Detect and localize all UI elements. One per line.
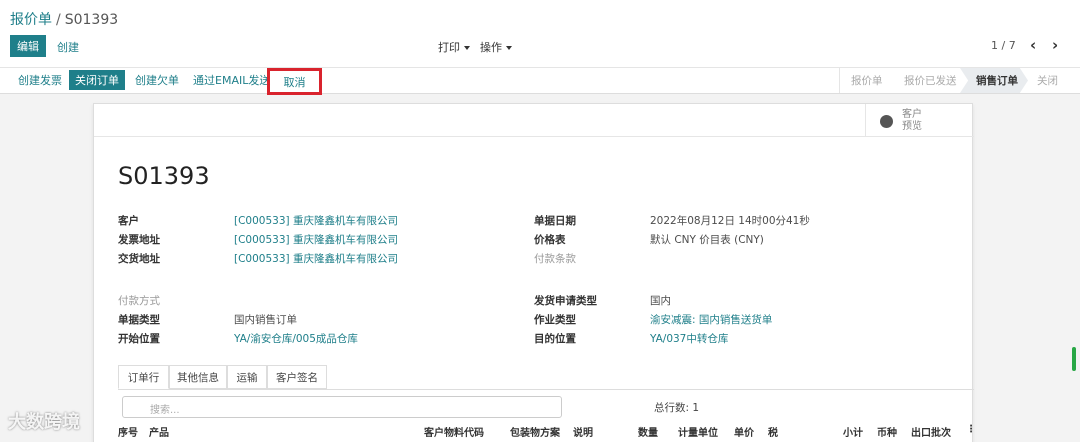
lines-search-input[interactable]: 搜索... xyxy=(122,396,562,418)
print-dropdown[interactable]: 打印 xyxy=(438,39,470,55)
document-type-label: 单据类型 xyxy=(118,314,160,326)
delivery-address-label: 交货地址 xyxy=(118,253,160,265)
send-email-button[interactable]: 通过EMAIL发送 xyxy=(193,72,270,88)
pager-previous-icon[interactable]: ‹ xyxy=(1030,36,1036,54)
breadcrumb-current: S01393 xyxy=(64,12,119,28)
stage-quotation-sent[interactable]: 报价已发送 xyxy=(904,73,957,88)
column-header[interactable]: 单价 xyxy=(734,424,754,439)
print-label: 打印 xyxy=(438,41,460,54)
column-header[interactable]: 税 xyxy=(768,424,778,439)
pager-value[interactable]: 1 / 7 xyxy=(991,39,1016,52)
destination-location-value[interactable]: YA/037中转仓库 xyxy=(650,331,728,346)
shipping-request-value: 国内 xyxy=(650,295,671,307)
column-header[interactable]: 计量单位 xyxy=(678,424,718,439)
column-header[interactable]: 客户物料代码 xyxy=(424,424,484,439)
action-dropdown[interactable]: 操作 xyxy=(480,39,512,55)
tab-other-info[interactable]: 其他信息 xyxy=(169,365,227,389)
invoice-address-value[interactable]: [C000533] 重庆隆鑫机车有限公司 xyxy=(234,232,398,247)
preview-line1: 客户 xyxy=(902,109,922,120)
create-button[interactable]: 创建 xyxy=(57,39,79,55)
breadcrumb-quotations[interactable]: 报价单 xyxy=(10,12,52,28)
date-label: 单据日期 xyxy=(534,215,576,227)
tab-shipping[interactable]: 运输 xyxy=(227,365,267,389)
stage-divider xyxy=(839,68,840,93)
payment-method-label: 付款方式 xyxy=(118,295,160,307)
date-value: 2022年08月12日 14时00分41秒 xyxy=(650,215,810,227)
caret-down-icon xyxy=(506,46,512,50)
column-header[interactable]: 币种 xyxy=(877,424,897,439)
start-location-value[interactable]: YA/渝安仓库/005成品仓库 xyxy=(234,331,358,346)
customer-preview-button[interactable]: 客户 预览 xyxy=(865,104,973,137)
column-header[interactable]: 序号 xyxy=(118,424,138,439)
form-sheet: 客户 预览 S01393 客户 [C000533] 重庆隆鑫机车有限公司 发票地… xyxy=(93,103,976,442)
caret-down-icon xyxy=(464,46,470,50)
watermark: 大数跨境 xyxy=(8,412,80,433)
control-panel: 报价单 / S01393 编辑 创建 打印 操作 1 / 7 ‹ › 创建发票 关闭… xyxy=(0,0,1080,95)
pricelist-value: 默认 CNY 价目表 (CNY) xyxy=(650,234,764,246)
column-header[interactable]: 数量 xyxy=(638,424,658,439)
destination-location-label: 目的位置 xyxy=(534,333,576,345)
pager-next-icon[interactable]: › xyxy=(1052,36,1058,54)
breadcrumb-separator: / xyxy=(56,12,61,28)
stage-closed[interactable]: 关闭 xyxy=(1037,73,1058,88)
pricelist-label: 价格表 xyxy=(534,234,566,246)
close-order-button[interactable]: 关闭订单 xyxy=(69,70,125,90)
payment-terms-label: 付款条款 xyxy=(534,253,576,265)
document-title: S01393 xyxy=(118,162,210,190)
invoice-address-label: 发票地址 xyxy=(118,234,160,246)
preview-line2: 预览 xyxy=(902,121,922,132)
create-backorder-button[interactable]: 创建欠单 xyxy=(135,72,179,88)
status-bar: 创建发票 关闭订单 创建欠单 通过EMAIL发送 取消 报价单 报价已发送 销售… xyxy=(0,67,1080,95)
document-type-value: 国内销售订单 xyxy=(234,314,297,326)
tab-order-lines[interactable]: 订单行 xyxy=(118,365,169,389)
stage-sales-order[interactable]: 销售订单 xyxy=(976,73,1018,88)
shipping-request-label: 发货申请类型 xyxy=(534,295,597,307)
delivery-address-value[interactable]: [C000533] 重庆隆鑫机车有限公司 xyxy=(234,251,398,266)
create-invoice-button[interactable]: 创建发票 xyxy=(18,72,62,88)
column-header[interactable]: 包装物方案 xyxy=(510,424,560,439)
button-box: 客户 预览 xyxy=(94,104,974,137)
globe-icon xyxy=(880,115,893,128)
tab-underline xyxy=(118,389,974,390)
cancel-button[interactable]: 取消 xyxy=(267,68,322,95)
edit-button[interactable]: 编辑 xyxy=(10,35,46,57)
customer-value[interactable]: [C000533] 重庆隆鑫机车有限公司 xyxy=(234,213,398,228)
scrollbar-thumb[interactable] xyxy=(1072,347,1076,371)
customer-preview-label: 客户 预览 xyxy=(902,109,922,133)
operation-type-value[interactable]: 渝安减震: 国内销售送货单 xyxy=(650,312,772,327)
column-options-icon[interactable]: ⋮ xyxy=(966,424,976,435)
start-location-label: 开始位置 xyxy=(118,333,160,345)
tab-customer-signature[interactable]: 客户签名 xyxy=(267,365,327,389)
stage-quotation[interactable]: 报价单 xyxy=(851,73,883,88)
column-header[interactable]: 说明 xyxy=(573,424,593,439)
total-lines: 总行数: 1 xyxy=(654,402,700,414)
column-header[interactable]: 出口批次 xyxy=(911,424,951,439)
action-label: 操作 xyxy=(480,41,502,54)
column-header[interactable]: 产品 xyxy=(149,424,169,439)
customer-label: 客户 xyxy=(118,215,139,227)
breadcrumb: 报价单 / S01393 xyxy=(10,9,118,29)
operation-type-label: 作业类型 xyxy=(534,314,576,326)
column-header[interactable]: 小计 xyxy=(843,424,863,439)
